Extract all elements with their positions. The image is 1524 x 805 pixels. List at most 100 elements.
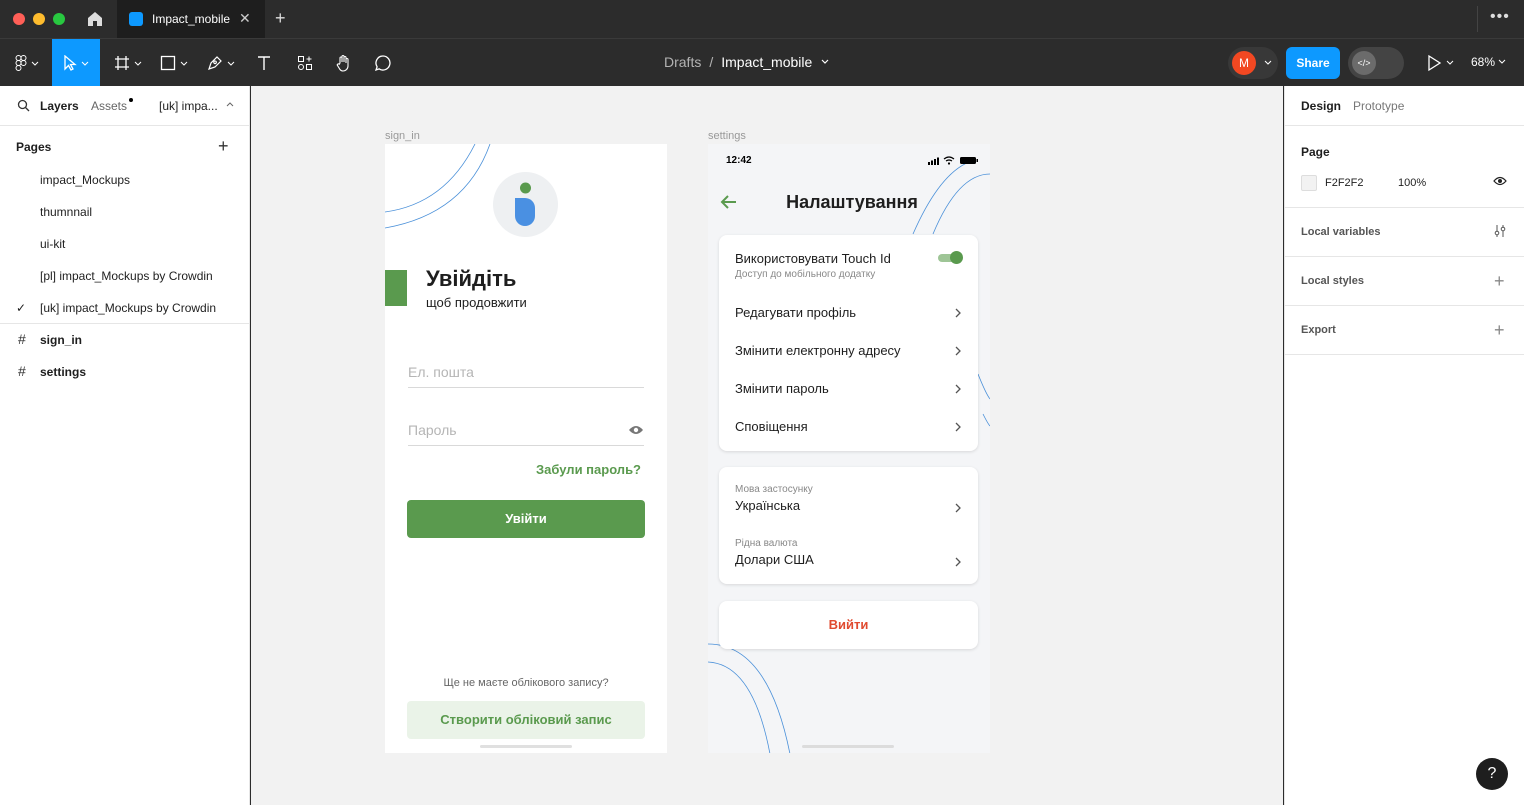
page-item[interactable]: [pl] impact_Mockups by Crowdin	[40, 269, 213, 283]
local-styles-header: Local styles	[1301, 275, 1364, 287]
touch-id-label: Використовувати Touch Id	[735, 251, 891, 266]
page-item[interactable]: impact_Mockups	[40, 173, 130, 187]
avatar: M	[1232, 51, 1256, 75]
layer-sign-in[interactable]: sign_in	[40, 333, 82, 347]
variables-settings-icon[interactable]	[1493, 224, 1507, 238]
eye-icon[interactable]	[628, 425, 644, 435]
resources-tool-button[interactable]	[288, 39, 322, 87]
touch-id-toggle[interactable]	[938, 251, 964, 265]
password-field[interactable]: Пароль	[408, 416, 644, 446]
minimize-window-button[interactable]	[33, 13, 45, 25]
toolbar: Drafts / Impact_mobile M Share </> 68%	[0, 38, 1524, 87]
share-button[interactable]: Share	[1286, 47, 1340, 79]
pen-tool-button[interactable]	[200, 39, 242, 87]
logout-button[interactable]: Вийти	[719, 601, 978, 649]
currency-row[interactable]: Рідна валюта Долари США	[735, 538, 962, 567]
menu-row-label: Змінити пароль	[735, 381, 829, 396]
chevron-down-icon[interactable]	[820, 54, 830, 70]
chevron-up-icon[interactable]	[225, 100, 235, 108]
tab-prototype[interactable]: Prototype	[1353, 99, 1404, 113]
forgot-password-link[interactable]: Забули пароль?	[536, 462, 641, 477]
add-page-icon[interactable]: +	[218, 137, 229, 155]
rectangle-icon	[160, 55, 176, 71]
frame-icon: #	[18, 331, 26, 347]
close-tab-icon[interactable]: ✕	[239, 10, 251, 27]
language-value: Українська	[735, 498, 801, 513]
create-account-button[interactable]: Створити обліковий запис	[407, 701, 645, 739]
close-window-button[interactable]	[13, 13, 25, 25]
right-panel-tabs: Design Prototype	[1285, 86, 1524, 126]
page-color-swatch[interactable]	[1301, 175, 1317, 191]
chevron-down-icon	[1499, 59, 1506, 64]
local-variables-header[interactable]: Local variables	[1301, 226, 1381, 238]
file-tab[interactable]: Impact_mobile ✕	[117, 0, 265, 38]
add-export-icon[interactable]: +	[1494, 321, 1505, 339]
chevron-down-icon	[81, 61, 89, 66]
layer-settings[interactable]: settings	[40, 365, 86, 379]
comment-icon	[374, 55, 391, 72]
figma-logo-icon	[15, 55, 27, 71]
hand-tool-button[interactable]	[328, 39, 360, 87]
chevron-right-icon	[955, 346, 961, 356]
tab-layers[interactable]: Layers	[40, 99, 79, 113]
help-button[interactable]: ?	[1476, 758, 1508, 790]
chevron-right-icon	[955, 422, 961, 432]
breadcrumb-drafts[interactable]: Drafts	[664, 54, 701, 70]
multiplayer-menu[interactable]: M	[1228, 47, 1278, 79]
home-indicator	[480, 745, 572, 748]
eye-icon[interactable]	[1493, 176, 1507, 186]
email-field[interactable]: Ел. пошта	[408, 358, 644, 388]
page-item[interactable]: thumnnail	[40, 205, 92, 219]
currency-caption: Рідна валюта	[735, 538, 798, 549]
page-color-hex[interactable]: F2F2F2	[1325, 177, 1364, 189]
file-name[interactable]: Impact_mobile	[721, 54, 812, 70]
email-placeholder: Ел. пошта	[408, 364, 474, 380]
settings-frame[interactable]: 12:42 Налаштування Використовувати Touch…	[708, 144, 990, 753]
move-tool-button[interactable]	[52, 39, 100, 87]
check-icon: ✓	[16, 301, 27, 315]
menu-row-change-email[interactable]: Змінити електронну адресу	[735, 343, 962, 358]
maximize-window-button[interactable]	[53, 13, 65, 25]
account-settings-card: Використовувати Touch Id Доступ до мобіл…	[719, 235, 978, 451]
page-item-current[interactable]: [uk] impact_Mockups by Crowdin	[40, 301, 216, 315]
page-color-opacity[interactable]: 100%	[1398, 177, 1426, 189]
password-placeholder: Пароль	[408, 422, 457, 438]
login-button[interactable]: Увійти	[407, 500, 645, 538]
chevron-down-icon	[134, 61, 142, 66]
add-style-icon[interactable]: +	[1494, 272, 1505, 290]
tab-assets[interactable]: Assets	[91, 99, 127, 113]
status-bar-icons	[928, 156, 978, 165]
app-logo	[493, 172, 558, 237]
search-icon[interactable]	[17, 99, 30, 112]
cursor-icon	[64, 55, 77, 71]
shape-tool-button[interactable]	[154, 39, 194, 87]
frame-label-settings[interactable]: settings	[708, 130, 746, 142]
chevron-right-icon	[955, 384, 961, 394]
zoom-control[interactable]: 68%	[1471, 55, 1506, 69]
dev-mode-toggle[interactable]: </>	[1348, 47, 1404, 79]
chevron-down-icon	[31, 61, 39, 66]
chevron-right-icon	[955, 503, 961, 513]
frame-tool-button[interactable]	[108, 39, 148, 87]
new-tab-icon[interactable]: +	[275, 8, 286, 29]
comment-tool-button[interactable]	[366, 39, 400, 87]
page-item[interactable]: ui-kit	[40, 237, 65, 251]
language-row[interactable]: Мова застосунку Українська	[735, 484, 962, 513]
menu-row-edit-profile[interactable]: Редагувати профіль	[735, 305, 962, 320]
export-header: Export	[1301, 324, 1336, 336]
frame-label-sign-in[interactable]: sign_in	[385, 130, 420, 142]
menu-row-notifications[interactable]: Сповіщення	[735, 419, 962, 434]
sign-in-frame[interactable]: Увійдіть щоб продовжити Ел. пошта Пароль…	[385, 144, 667, 753]
present-play-icon[interactable]	[1426, 53, 1454, 73]
breadcrumb-separator: /	[709, 54, 714, 70]
main-menu-button[interactable]	[8, 39, 46, 87]
components-icon	[298, 56, 312, 70]
page-switcher[interactable]: [uk] impa...	[159, 99, 218, 113]
text-tool-button[interactable]	[248, 39, 280, 87]
home-icon[interactable]	[86, 10, 104, 28]
tab-design[interactable]: Design	[1301, 99, 1341, 113]
canvas[interactable]: sign_in settings Увійдіть щоб продовжити…	[251, 86, 1283, 805]
tab-title: Impact_mobile	[152, 12, 231, 26]
more-icon[interactable]: •••	[1490, 8, 1510, 26]
menu-row-change-password[interactable]: Змінити пароль	[735, 381, 962, 396]
